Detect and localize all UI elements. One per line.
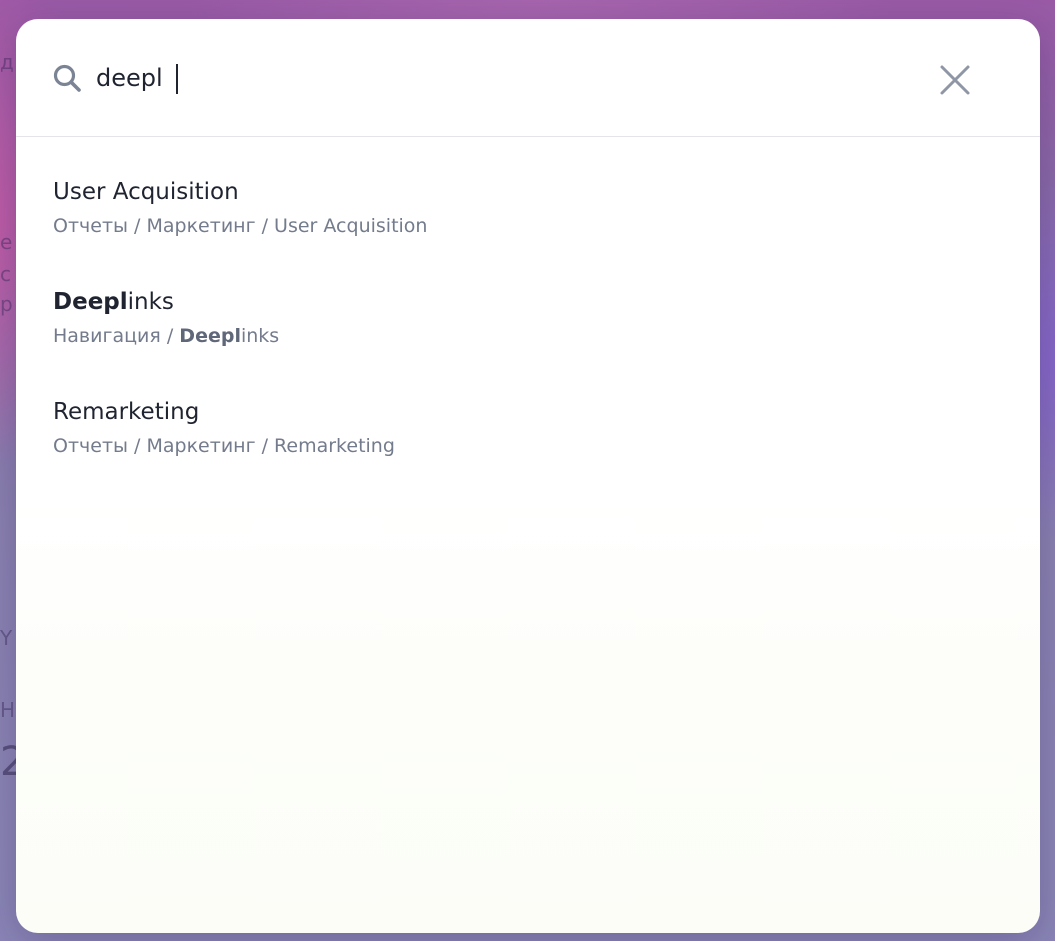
- result-breadcrumb: Отчеты / Маркетинг / Remarketing: [53, 435, 395, 457]
- search-result-remarketing[interactable]: Remarketing Отчеты / Маркетинг / Remarke…: [16, 357, 1040, 467]
- result-breadcrumb-match: Deepl: [179, 325, 241, 347]
- result-breadcrumb-prefix: Навигация /: [53, 325, 180, 347]
- background-text-fragment: Н: [0, 698, 16, 722]
- result-title-rest: inks: [127, 289, 174, 315]
- result-title: Remarketing: [53, 399, 200, 425]
- search-results-list: User Acquisition Отчеты / Маркетинг / Us…: [16, 137, 1040, 467]
- search-dialog: User Acquisition Отчеты / Маркетинг / Us…: [16, 19, 1040, 933]
- search-icon: [53, 64, 81, 92]
- result-title-match: Deepl: [53, 289, 128, 315]
- search-result-deeplinks[interactable]: Deeplinks Навигация / Deeplinks: [16, 247, 1040, 357]
- background-text-fragment: р: [0, 292, 13, 316]
- close-icon[interactable]: [938, 63, 972, 97]
- result-breadcrumb: Отчеты / Маркетинг / User Acquisition: [53, 215, 428, 237]
- result-title: User Acquisition: [53, 179, 239, 205]
- text-caret: [176, 64, 178, 94]
- background-text-fragment: Y: [0, 626, 13, 650]
- search-input[interactable]: [96, 58, 896, 98]
- result-breadcrumb: Навигация / Deeplinks: [53, 325, 279, 347]
- result-title: Deeplinks: [53, 289, 174, 315]
- background-text-fragment: д: [0, 50, 14, 74]
- result-breadcrumb-rest: inks: [240, 325, 280, 347]
- search-bar: [16, 19, 1040, 137]
- search-result-user-acquisition[interactable]: User Acquisition Отчеты / Маркетинг / Us…: [16, 137, 1040, 247]
- background-text-fragment: с: [0, 262, 11, 286]
- background-text-fragment: е: [0, 230, 13, 254]
